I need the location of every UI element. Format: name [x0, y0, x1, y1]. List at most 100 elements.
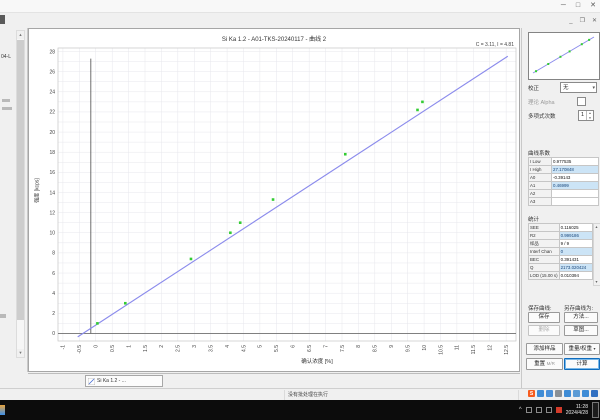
y-tick-label: 26 — [49, 69, 55, 75]
table-row: SEE 0.116025 — [528, 223, 594, 232]
data-point[interactable] — [96, 322, 99, 325]
data-point[interactable] — [229, 231, 232, 235]
y-tick-label: 14 — [49, 190, 55, 196]
table-row: 样品 9 / 9 — [528, 239, 594, 248]
row-value[interactable]: 0.46999 — [551, 181, 599, 190]
mdi-minimize-button[interactable]: _ — [569, 16, 572, 26]
y-tick-label: 24 — [49, 90, 55, 96]
scroll-down-icon[interactable]: ▼ — [17, 349, 24, 357]
row-value[interactable]: 2173.020424 — [558, 263, 594, 272]
x-tick-label: 4.5 — [241, 345, 247, 352]
curve-tab-icon — [88, 377, 95, 385]
add-sample-button[interactable]: 添加样品 — [526, 343, 563, 355]
y-tick-label: 10 — [49, 231, 55, 237]
row-value[interactable] — [551, 197, 599, 206]
delete-button[interactable]: 删除 — [528, 325, 560, 336]
y-tick-label: 6 — [52, 271, 55, 277]
reset-button[interactable]: 重置 M/R — [526, 358, 563, 370]
table-row: A3 — [528, 197, 599, 206]
volume-icon[interactable] — [545, 407, 552, 413]
row-value[interactable]: 0.999186 — [558, 231, 594, 240]
row-label: A1 — [528, 181, 552, 190]
data-point[interactable] — [189, 257, 193, 261]
calibration-select[interactable]: 无 ▾ — [560, 82, 597, 93]
row-value[interactable]: 9 / 9 — [558, 239, 594, 248]
x-tick-label: 6.5 — [307, 345, 313, 352]
row-value[interactable]: 27.170848 — [551, 165, 599, 174]
data-point[interactable] — [416, 108, 419, 112]
notification-icon[interactable] — [592, 402, 599, 418]
scroll-down-icon[interactable]: ▼ — [594, 279, 599, 285]
chevron-down-icon: ▾ — [592, 85, 595, 91]
menu-row: _ ❐ ✕ — [0, 13, 600, 28]
spinner-arrows-icon[interactable]: ▲ ▼ — [586, 111, 593, 120]
data-point[interactable] — [421, 100, 424, 104]
row-label: Q — [528, 263, 560, 272]
tray-globe-icon[interactable] — [537, 390, 544, 397]
data-point[interactable] — [124, 301, 127, 305]
row-value[interactable]: -0.39143 — [551, 173, 599, 182]
row-value[interactable]: 0.391431 — [558, 255, 594, 264]
y-tick-label: 22 — [49, 110, 55, 116]
x-tick-label: 11 — [455, 345, 461, 350]
calculate-button[interactable]: 计算 — [564, 358, 600, 370]
network-icon[interactable] — [535, 407, 542, 413]
scroll-up-icon[interactable]: ▲ — [17, 31, 24, 39]
status-separator — [518, 390, 519, 400]
tray-emoji-icon[interactable] — [555, 390, 562, 397]
poly-degree-value: 1 — [581, 112, 585, 118]
x-tick-label: 10.5 — [438, 345, 444, 355]
data-point[interactable] — [343, 152, 347, 156]
document-icon — [0, 15, 5, 24]
tab-si-ka[interactable]: Si Ka 1.2 - ... — [85, 375, 163, 387]
tray-mic-icon[interactable] — [564, 390, 571, 397]
row-value[interactable]: 0.010394 — [558, 271, 594, 280]
minimize-button[interactable]: ─ — [561, 1, 566, 11]
scrollbar-thumb[interactable] — [17, 40, 24, 320]
x-tick-label: 8.5 — [373, 345, 379, 352]
save-button[interactable]: 保存 — [528, 312, 560, 323]
data-point[interactable] — [238, 221, 242, 224]
taskbar-clock[interactable]: 11:28 2024/4/28 — [566, 404, 588, 416]
maximize-button[interactable]: □ — [576, 1, 580, 11]
chevron-down-icon: ▾ — [593, 346, 596, 351]
scroll-up-icon[interactable]: ▲ — [594, 224, 599, 230]
weight-dropdown-button[interactable]: 重量/权重 ▾ — [564, 343, 600, 355]
close-button[interactable]: ✕ — [590, 1, 596, 11]
coefficients-group-label: 曲线系数 — [528, 151, 551, 157]
method-button[interactable]: 方法... — [564, 312, 598, 323]
ime-icon[interactable] — [525, 407, 532, 413]
row-label: LOD (15.00 s) — [528, 271, 560, 280]
alert-icon[interactable] — [555, 407, 562, 413]
x-tick-label: 0.5 — [110, 345, 116, 352]
alpha-checkbox[interactable] — [577, 97, 586, 106]
row-value[interactable]: 0.977535 — [551, 157, 599, 166]
sketch-button[interactable]: 草图... — [564, 325, 598, 336]
row-value[interactable] — [551, 189, 599, 198]
sidebar: 04-L ▲ ▼ — [0, 28, 28, 372]
mdi-close-button[interactable]: ✕ — [592, 16, 597, 26]
tray-pen-icon[interactable] — [546, 390, 553, 397]
table-row: A0 -0.39143 — [528, 173, 599, 182]
tray-expand-icon[interactable]: ^ — [519, 407, 522, 413]
row-value[interactable]: 0 — [558, 247, 594, 256]
x-tick-label: 2 — [159, 345, 165, 348]
mdi-restore-button[interactable]: ❐ — [580, 16, 585, 26]
x-axis-title: 确认浓度 [%] — [301, 359, 333, 365]
data-point[interactable] — [271, 198, 275, 201]
calibration-plot[interactable]: 0246810121416182022242628-1 -0.5 0 0.5 1 1.5 2… — [29, 29, 519, 371]
status-message: 没有批处理在执行 — [288, 392, 329, 398]
sogou-icon[interactable]: S — [528, 390, 535, 397]
poly-degree-spinner[interactable]: 1 ▲ ▼ — [578, 110, 594, 121]
curve-thumbnail[interactable] — [528, 32, 600, 80]
table-row: R2 0.999186 — [528, 231, 594, 240]
tray-upload-icon[interactable] — [582, 390, 589, 397]
tray-tool-icon[interactable] — [591, 390, 598, 397]
stats-scrollbar[interactable]: ▲ ▼ — [593, 223, 600, 286]
row-value[interactable]: 0.116025 — [558, 223, 594, 232]
taskbar-app-icon[interactable] — [0, 405, 5, 415]
tray-keyboard-icon[interactable] — [573, 390, 580, 397]
sidebar-scrollbar[interactable]: ▲ ▼ — [16, 30, 25, 358]
sidebar-item[interactable]: 04-L — [1, 54, 11, 60]
statistics-table: SEE 0.116025 R2 0.999186 样品 9 / 9 Interf Chan 0… — [528, 223, 594, 280]
